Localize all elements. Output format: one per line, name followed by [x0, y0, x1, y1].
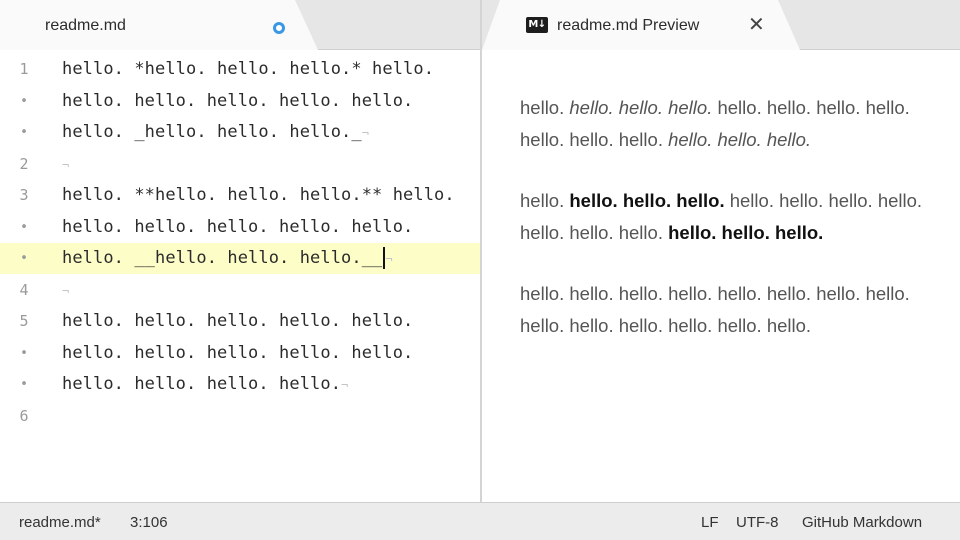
editor-line[interactable]: 4 ¬ [0, 275, 481, 306]
preview-paragraph: hello. hello. hello. hello. hello. hello… [520, 185, 930, 249]
markdown-preview: hello. hello. hello. hello. hello. hello… [482, 52, 960, 502]
preview-italic-text: hello. hello. hello. [569, 97, 713, 118]
code-text[interactable]: hello. hello. hello. hello. hello. [62, 338, 413, 369]
code-line-text[interactable]: hello. hello. hello. hello. hello. [62, 343, 413, 363]
end-of-line-marker: ¬ [341, 378, 349, 392]
code-line-text[interactable]: hello. hello. hello. hello. hello. [62, 91, 413, 111]
end-of-line-marker: ¬ [62, 157, 70, 172]
code-editor[interactable]: 1 hello. *hello. hello. hello.* hello. • he… [0, 52, 481, 502]
code-line-text[interactable]: hello. hello. hello. hello. hello. [62, 311, 413, 331]
editor-line[interactable]: • hello. _hello. hello. hello._¬ [0, 117, 481, 148]
markdown-icon: M↓ [526, 17, 548, 33]
preview-text: hello. [520, 97, 570, 118]
end-of-line-marker: ¬ [361, 126, 370, 140]
status-cursor-position[interactable]: 3:106 [130, 514, 168, 531]
code-text[interactable]: hello. **hello. hello. hello.** hello. [62, 180, 455, 211]
line-number: 4 [19, 280, 29, 299]
modified-indicator-icon[interactable] [273, 22, 285, 34]
preview-italic-text: hello. hello. hello. [668, 129, 812, 150]
line-number: 6 [19, 406, 29, 425]
line-number: 3 [19, 186, 29, 204]
editor-tab-title[interactable]: readme.md [45, 17, 126, 35]
code-text[interactable]: ¬ [62, 149, 69, 181]
end-of-line-marker: ¬ [62, 283, 70, 298]
editor-line[interactable]: 6 [0, 401, 481, 432]
preview-tab-title[interactable]: readme.md Preview [557, 17, 699, 35]
code-line-text[interactable]: hello. *hello. hello. hello.* hello. [62, 59, 434, 79]
editor-line[interactable]: 1 hello. *hello. hello. hello.* hello. [0, 54, 481, 85]
preview-tab[interactable]: M↓ readme.md Preview ✕ [482, 0, 800, 50]
preview-text: hello. hello. hello. hello. hello. hello… [520, 283, 910, 336]
status-encoding[interactable]: UTF-8 [736, 514, 779, 531]
status-file-name[interactable]: readme.md* [19, 514, 101, 531]
editor-tab-bar: readme.md [0, 0, 481, 50]
preview-pane: M↓ readme.md Preview ✕ hello. hello. hel… [482, 0, 960, 502]
code-text[interactable]: hello. _hello. hello. hello._¬ [62, 117, 369, 149]
code-line-text[interactable]: hello. hello. hello. hello. hello. [62, 217, 413, 237]
line-number: • [20, 219, 28, 235]
code-text[interactable]: hello. hello. hello. hello.¬ [62, 369, 348, 401]
code-line-text[interactable]: hello. **hello. hello. hello.** hello. [62, 185, 455, 205]
status-line-ending[interactable]: LF [701, 514, 719, 531]
code-line-text[interactable]: hello. __hello. hello. hello.__ [62, 248, 382, 268]
code-line-text[interactable]: hello. hello. hello. hello. [62, 374, 341, 394]
code-text[interactable]: hello. hello. hello. hello. hello. [62, 306, 413, 337]
line-number: • [20, 345, 28, 361]
line-number: • [20, 93, 28, 109]
code-text[interactable]: ¬ [62, 275, 69, 307]
editor-line[interactable]: • hello. hello. hello. hello. hello. [0, 212, 481, 243]
editor-tab[interactable]: readme.md [0, 0, 318, 50]
line-number: 2 [19, 154, 29, 173]
preview-bold-text: hello. hello. hello. [668, 222, 824, 243]
close-icon[interactable]: ✕ [748, 14, 765, 34]
editor-line[interactable]: 5 hello. hello. hello. hello. hello. [0, 306, 481, 337]
editor-line[interactable]: 3 hello. **hello. hello. hello.** hello. [0, 180, 481, 211]
status-bar: readme.md* 3:106 LF UTF-8 GitHub Markdow… [0, 502, 960, 540]
code-text[interactable]: hello. hello. hello. hello. hello. [62, 212, 413, 243]
line-number: • [20, 377, 28, 392]
editor-line[interactable]: • hello. hello. hello. hello. hello. [0, 338, 481, 369]
line-number: 5 [19, 312, 29, 330]
end-of-line-marker: ¬ [385, 252, 393, 266]
preview-bold-text: hello. hello. hello. [569, 190, 725, 211]
editor-line[interactable]: • hello. hello. hello. hello. hello. [0, 86, 481, 117]
line-number: • [20, 125, 28, 140]
editor-pane[interactable]: readme.md 1 hello. *hello. hello. hello.*… [0, 0, 481, 502]
preview-tab-bar: M↓ readme.md Preview ✕ [482, 0, 960, 50]
editor-line[interactable]: • hello. hello. hello. hello.¬ [0, 369, 481, 400]
editor-line[interactable]: • hello. __hello. hello. hello.__ ¬ [0, 243, 481, 274]
line-number: 1 [19, 60, 29, 78]
editor-line[interactable]: 2 ¬ [0, 149, 481, 180]
line-number: • [20, 251, 28, 266]
status-grammar[interactable]: GitHub Markdown [802, 514, 922, 531]
code-text[interactable]: hello. __hello. hello. hello.__ ¬ [62, 243, 393, 275]
preview-text: hello. [520, 190, 570, 211]
code-text[interactable]: hello. hello. hello. hello. hello. [62, 86, 413, 117]
code-text[interactable]: hello. *hello. hello. hello.* hello. [62, 54, 434, 85]
preview-paragraph: hello. hello. hello. hello. hello. hello… [520, 278, 930, 342]
preview-paragraph: hello. hello. hello. hello. hello. hello… [520, 92, 930, 156]
code-line-text[interactable]: hello. _hello. hello. hello._ [62, 122, 362, 142]
